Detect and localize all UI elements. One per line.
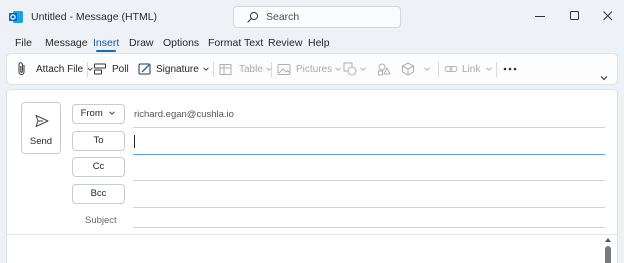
chevron-down-icon [109, 111, 116, 115]
close-icon [603, 11, 613, 21]
menu-review[interactable]: Review [268, 37, 302, 49]
subject-field[interactable] [133, 227, 605, 228]
to-button[interactable]: To [72, 131, 125, 151]
maximize-icon [570, 11, 579, 20]
shapes-icon [343, 62, 357, 76]
ribbon-separator [213, 62, 214, 77]
title-bar: Untitled - Message (HTML) Search [0, 0, 624, 33]
icons-button[interactable] [377, 54, 391, 84]
chevron-down-icon [424, 67, 430, 71]
cc-button[interactable]: Cc [72, 157, 125, 177]
pictures-label: Pictures [296, 63, 333, 75]
chevron-down-icon [335, 67, 341, 71]
menu-options[interactable]: Options [163, 37, 199, 49]
send-icon [35, 115, 49, 127]
menu-bar: File Message Insert Draw Options Format … [0, 34, 624, 52]
link-icon [444, 66, 458, 72]
from-divider [133, 127, 605, 128]
collapse-ribbon-icon [600, 76, 608, 81]
search-placeholder: Search [266, 11, 300, 23]
minimize-icon [535, 16, 545, 17]
maximize-button[interactable] [567, 8, 583, 24]
chevron-down-icon [360, 67, 366, 71]
window-title: Untitled - Message (HTML) [31, 11, 158, 23]
ribbon-separator [438, 62, 439, 77]
menu-format-text[interactable]: Format Text [208, 37, 263, 49]
subject-label: Subject [85, 215, 117, 226]
scrollbar-thumb[interactable] [605, 246, 611, 263]
link-button[interactable]: Link [444, 54, 493, 84]
attach-file-label: Attach File [36, 63, 84, 75]
paperclip-icon [18, 62, 25, 75]
from-button[interactable]: From [72, 104, 125, 124]
signature-button[interactable]: Signature [138, 54, 210, 84]
scroll-up-icon[interactable] [604, 237, 612, 243]
3d-models-button[interactable] [401, 54, 431, 84]
close-button[interactable] [600, 8, 616, 24]
send-label: Send [29, 136, 53, 147]
ribbon: Attach File Poll Signature Table Picture… [6, 53, 618, 85]
compose-pane: Send From richard.egan@cushla.io To Cc B… [6, 89, 618, 263]
menu-insert[interactable]: Insert [93, 37, 119, 49]
ribbon-separator [496, 62, 497, 77]
text-caret [134, 135, 135, 148]
minimize-button[interactable] [532, 8, 548, 24]
more-options-icon [503, 67, 517, 71]
poll-label: Poll [112, 63, 129, 75]
to-field[interactable] [133, 154, 605, 155]
search-icon [247, 11, 259, 23]
chevron-down-icon [202, 67, 209, 71]
table-label: Table [239, 63, 263, 75]
signature-icon [138, 63, 151, 75]
chevron-down-icon [486, 67, 493, 71]
search-box[interactable]: Search [233, 6, 401, 28]
poll-icon [94, 63, 106, 75]
bcc-field[interactable] [133, 207, 605, 208]
more-options-button[interactable] [503, 54, 517, 84]
attach-file-button[interactable]: Attach File [15, 54, 94, 84]
send-button[interactable]: Send [21, 102, 61, 154]
active-tab-indicator [96, 50, 116, 52]
link-label: Link [462, 63, 481, 75]
menu-message[interactable]: Message [45, 37, 88, 49]
outlook-icon [9, 11, 23, 23]
shapes-button[interactable] [343, 54, 367, 84]
ribbon-separator [271, 62, 272, 77]
menu-file[interactable]: File [15, 37, 32, 49]
icons-icon [378, 63, 391, 76]
table-button[interactable]: Table [219, 54, 273, 84]
poll-button[interactable]: Poll [93, 54, 129, 84]
message-body-divider [7, 234, 617, 235]
pictures-button[interactable]: Pictures [277, 54, 342, 84]
menu-draw[interactable]: Draw [129, 37, 154, 49]
from-label: From [80, 108, 103, 119]
cc-field[interactable] [133, 180, 605, 181]
3d-models-icon [402, 62, 414, 76]
pictures-icon [277, 63, 291, 75]
menu-help[interactable]: Help [308, 37, 330, 49]
from-address: richard.egan@cushla.io [134, 109, 234, 120]
table-icon [219, 63, 232, 75]
ribbon-separator [87, 62, 88, 77]
bcc-button[interactable]: Bcc [72, 184, 125, 204]
signature-label: Signature [156, 63, 199, 75]
